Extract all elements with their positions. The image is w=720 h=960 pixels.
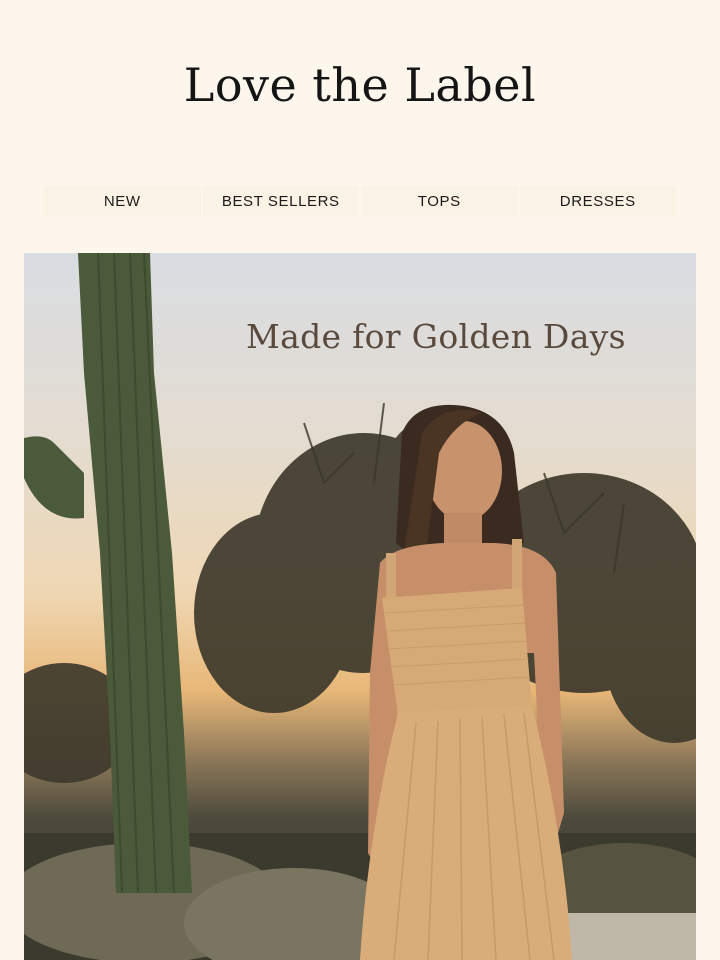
- nav-item-best-sellers[interactable]: BEST SELLERS: [202, 186, 359, 216]
- hero-image: [24, 253, 696, 960]
- nav-item-dresses[interactable]: DRESSES: [519, 186, 676, 216]
- nav-item-tops[interactable]: TOPS: [361, 186, 518, 216]
- nav-item-new[interactable]: NEW: [44, 186, 201, 216]
- brand-logo[interactable]: Love the Label: [0, 58, 720, 113]
- hero-headline: Made for Golden Days: [246, 317, 626, 356]
- saguaro-cactus: [24, 253, 192, 894]
- hero-banner[interactable]: Made for Golden Days: [24, 253, 696, 960]
- main-nav: NEW BEST SELLERS TOPS DRESSES: [44, 186, 676, 216]
